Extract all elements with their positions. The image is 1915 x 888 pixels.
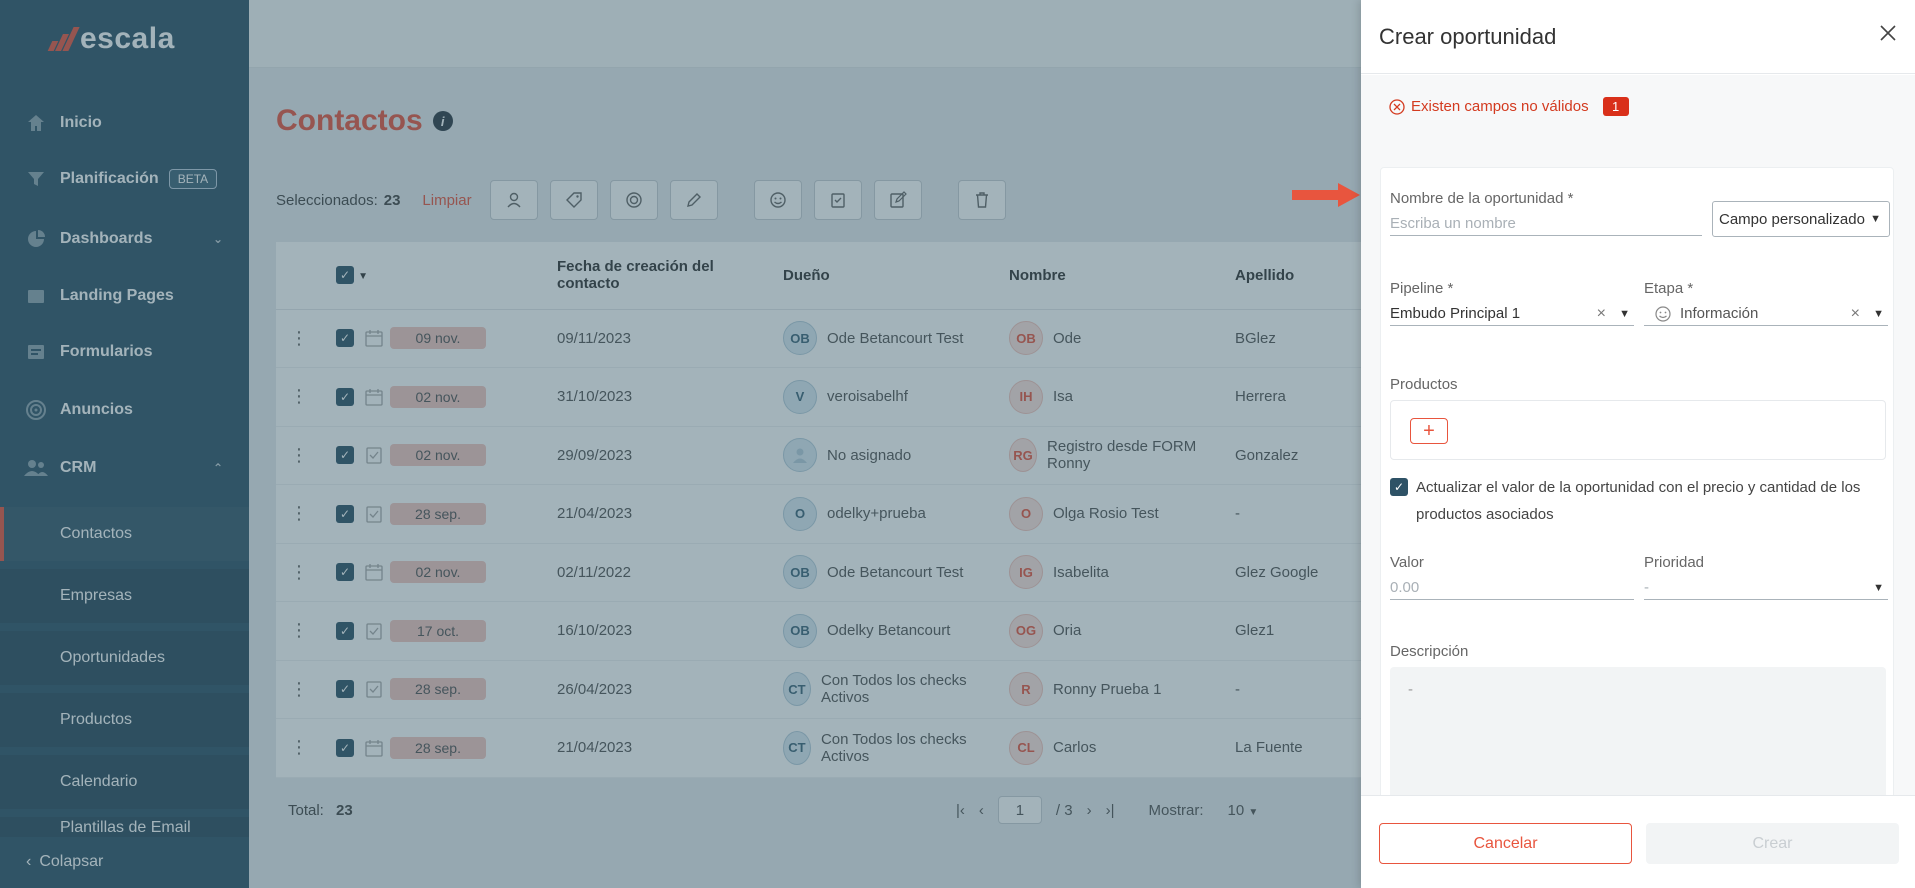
pipeline-label: Pipeline * xyxy=(1390,280,1454,297)
custom-field-value: Campo personalizado xyxy=(1719,210,1865,228)
stage-value: Información xyxy=(1680,305,1759,322)
priority-select[interactable]: - ▼ xyxy=(1644,576,1888,600)
validation-error: Existen campos no válidos 1 xyxy=(1389,97,1629,116)
caret-down-icon: ▼ xyxy=(1619,307,1630,320)
drawer-body: Existen campos no válidos 1 Nombre de la… xyxy=(1361,75,1915,795)
clear-icon[interactable]: × xyxy=(1851,305,1860,323)
stage-select[interactable]: Información × ▼ xyxy=(1644,302,1888,326)
value-label: Valor xyxy=(1390,554,1424,571)
create-opportunity-drawer: Crear oportunidad Existen campos no váli… xyxy=(1361,0,1915,888)
priority-value: - xyxy=(1644,579,1649,596)
update-value-label: Actualizar el valor de la oportunidad co… xyxy=(1416,479,1861,523)
value-input[interactable]: 0.00 xyxy=(1390,576,1634,600)
name-placeholder: Escriba un nombre xyxy=(1390,215,1516,232)
plus-icon: + xyxy=(1423,419,1435,442)
name-label: Nombre de la oportunidad * xyxy=(1390,190,1574,207)
caret-down-icon: ▼ xyxy=(1873,581,1884,594)
error-text: Existen campos no válidos xyxy=(1411,98,1589,115)
name-input[interactable]: Escriba un nombre xyxy=(1390,212,1702,236)
priority-label: Prioridad xyxy=(1644,554,1705,571)
modal-backdrop[interactable] xyxy=(0,0,1361,888)
value-placeholder: 0.00 xyxy=(1390,579,1420,596)
products-label: Productos xyxy=(1390,376,1458,393)
caret-down-icon: ▼ xyxy=(1873,307,1884,320)
products-box: + xyxy=(1390,400,1886,460)
drawer-title: Crear oportunidad xyxy=(1361,0,1915,74)
pipeline-value: Embudo Principal 1 xyxy=(1390,305,1521,322)
pipeline-select[interactable]: Embudo Principal 1 × ▼ xyxy=(1390,302,1634,326)
create-button[interactable]: Crear xyxy=(1646,823,1899,864)
clear-icon[interactable]: × xyxy=(1597,305,1606,323)
stage-label: Etapa * xyxy=(1644,280,1694,297)
custom-field-select[interactable]: Campo personalizado ▼ xyxy=(1712,201,1890,237)
error-circle-icon xyxy=(1389,98,1405,115)
opportunity-form: Nombre de la oportunidad * Escriba un no… xyxy=(1380,167,1894,795)
update-value-row[interactable]: ✓ Actualizar el valor de la oportunidad … xyxy=(1390,474,1880,528)
update-value-checkbox[interactable]: ✓ xyxy=(1390,478,1408,496)
description-placeholder: - xyxy=(1408,681,1413,698)
description-label: Descripción xyxy=(1390,643,1469,660)
description-textarea[interactable]: - xyxy=(1390,667,1886,795)
drawer-footer: Cancelar Crear xyxy=(1361,795,1915,888)
caret-down-icon: ▼ xyxy=(1870,213,1881,225)
cancel-button[interactable]: Cancelar xyxy=(1379,823,1632,864)
smiley-icon xyxy=(1655,305,1671,322)
error-count-badge: 1 xyxy=(1602,97,1629,116)
close-icon[interactable] xyxy=(1875,20,1901,46)
pointer-arrow-icon xyxy=(1292,183,1360,207)
add-product-button[interactable]: + xyxy=(1410,418,1448,444)
